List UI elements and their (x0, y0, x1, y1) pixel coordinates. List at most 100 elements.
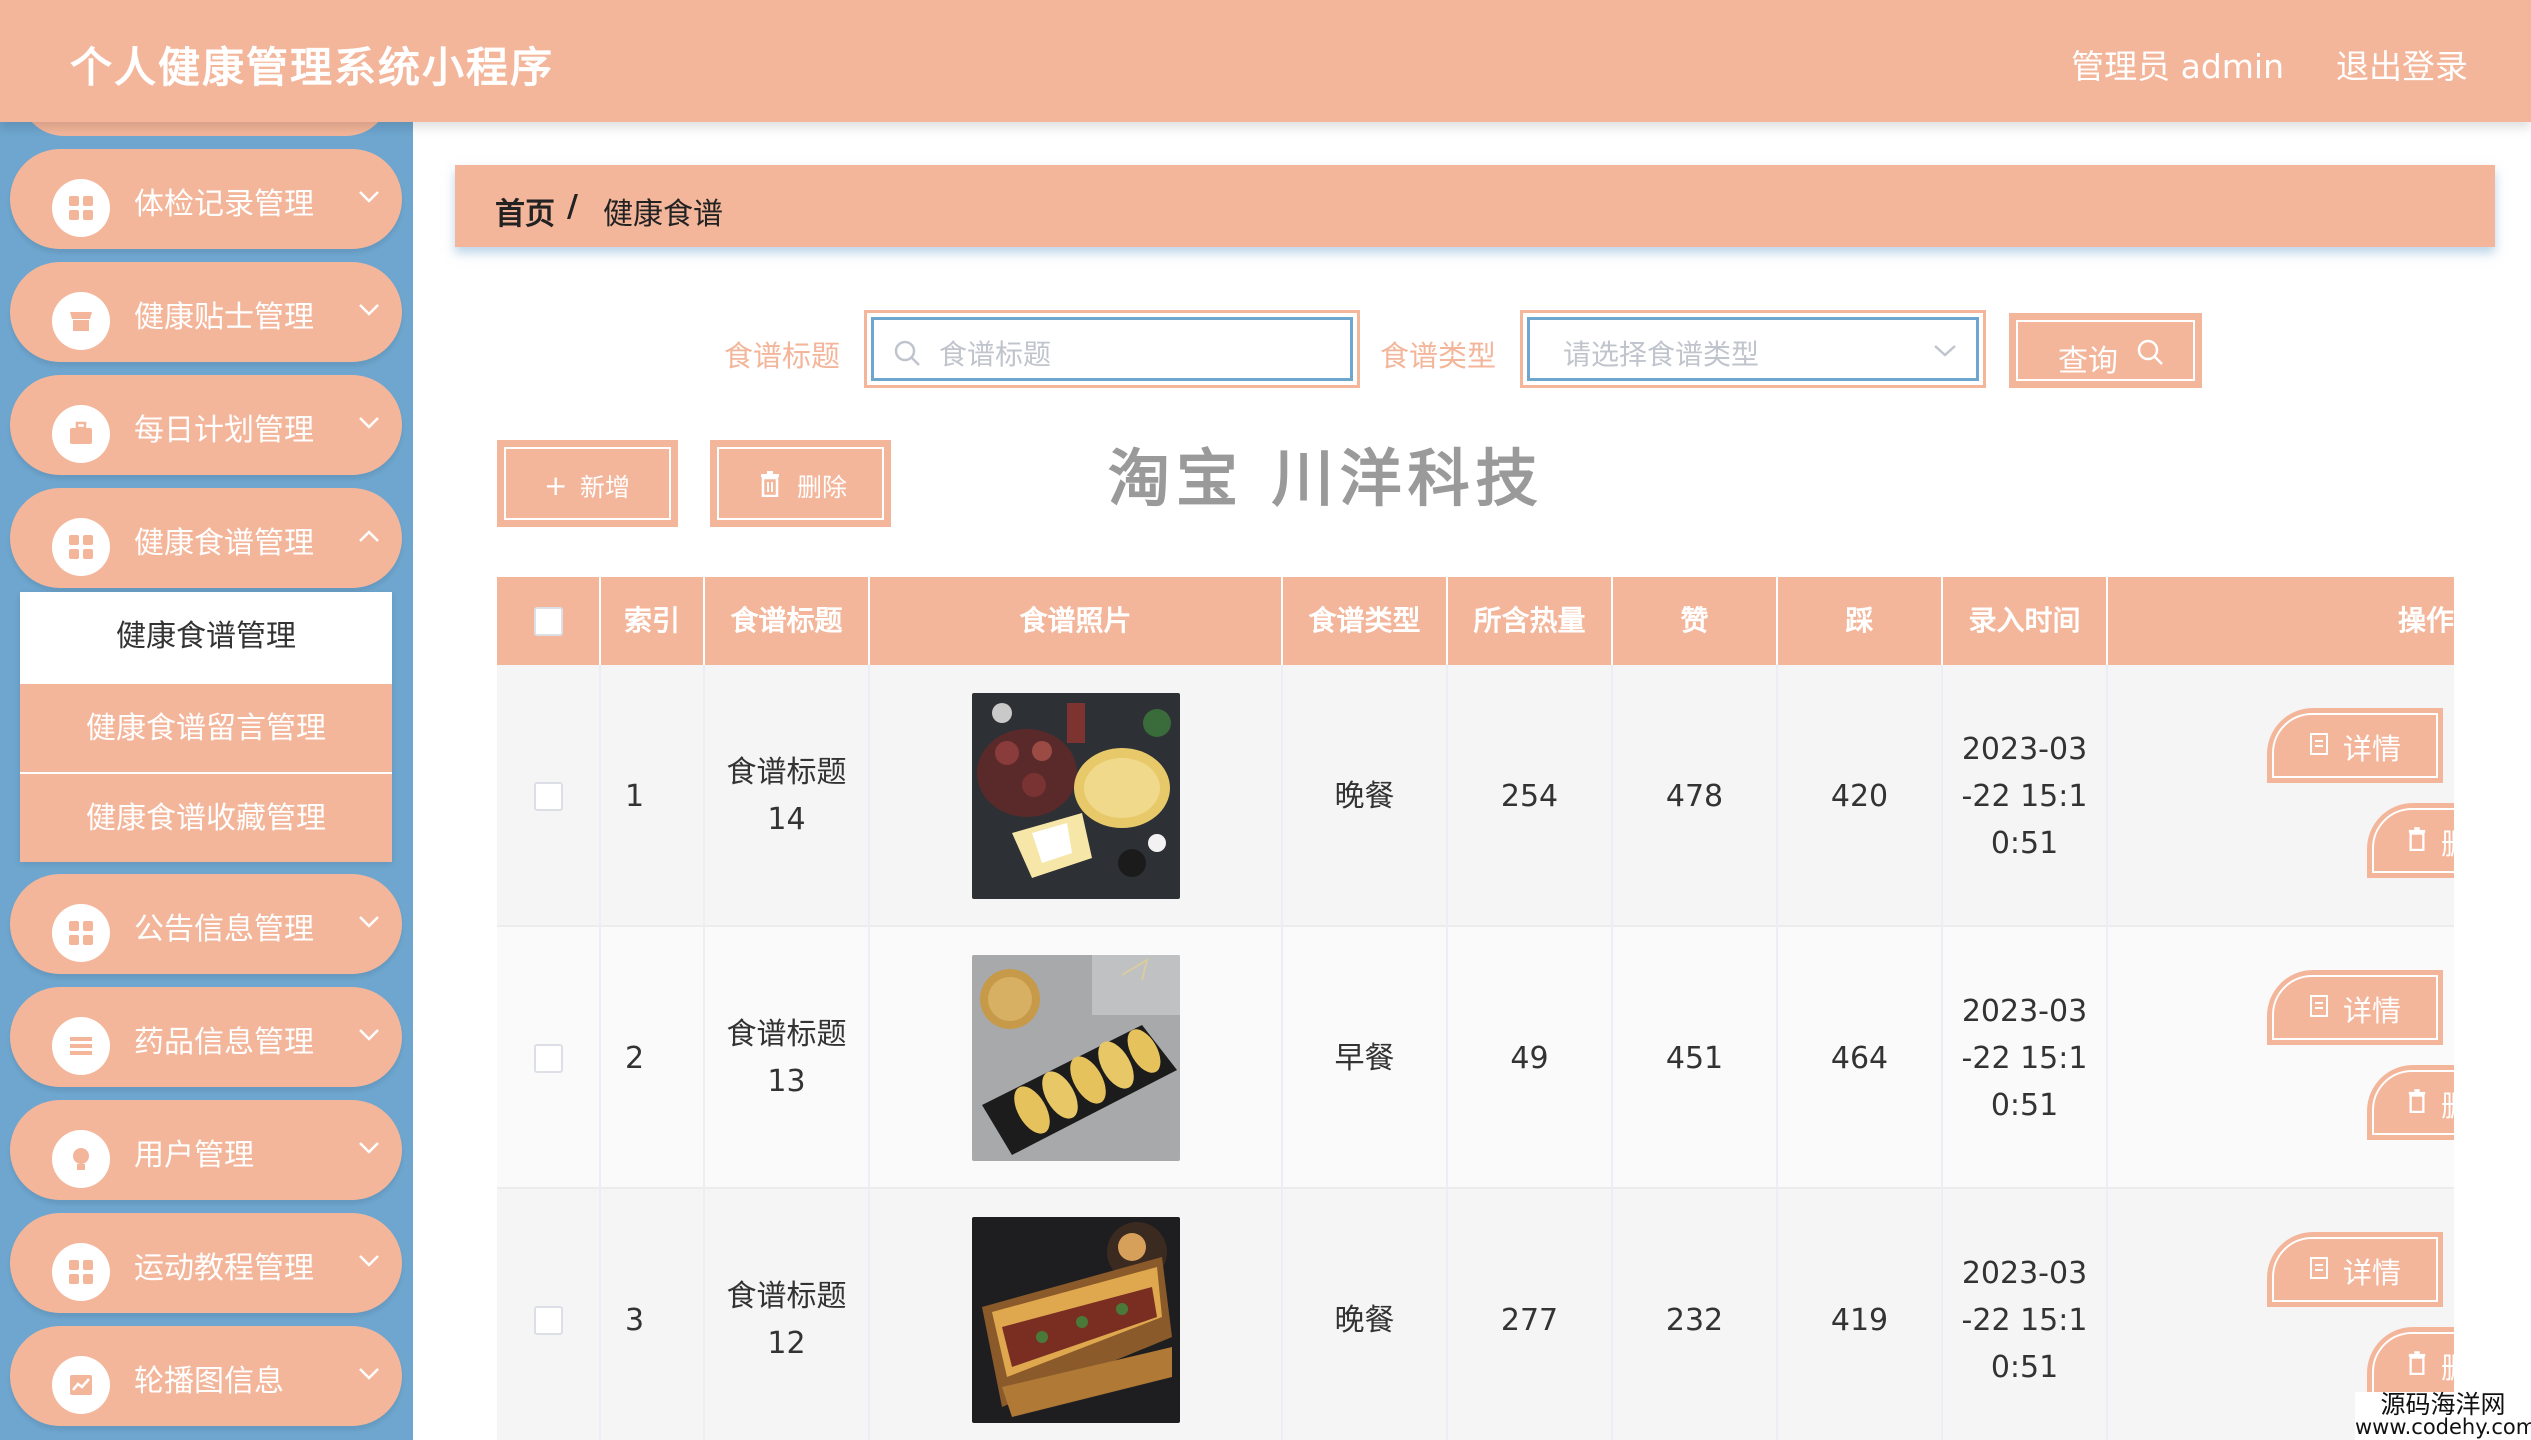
sidebar-item-label: 健康食谱管理 (134, 526, 314, 561)
app-title: 个人健康管理系统小程序 (70, 43, 555, 92)
grid-icon (52, 1243, 110, 1301)
time-line: -22 15:1 (1961, 778, 2088, 814)
detail-button-label: 详情 (2343, 994, 2402, 1028)
submenu-item-recipe-favorites[interactable]: 健康食谱收藏管理 (20, 772, 392, 862)
corner-watermark-line: 源码海洋网 (2380, 1390, 2506, 1419)
actions-cell: 详情 删除 (2104, 665, 2454, 927)
detail-button[interactable]: 详情 (2267, 1232, 2443, 1307)
chevron-down-icon (358, 189, 380, 208)
recipe-type-select[interactable]: 请选择食谱类型 (1520, 310, 1986, 388)
corner-watermark: 源码海洋网 www.codehy.com (2355, 1392, 2531, 1440)
sidebar-item-exam-records[interactable]: 体检记录管理 (10, 149, 402, 249)
actions-cell: 详情 删除 (2104, 927, 2454, 1189)
sidebar-item-users[interactable]: 用户管理 (10, 1100, 402, 1200)
time-line: 2023-03 (1961, 1255, 2088, 1291)
detail-button-label: 详情 (2343, 1256, 2402, 1290)
trash-icon (2407, 1351, 2427, 1379)
sidebar-item-label: 药品信息管理 (134, 1025, 314, 1060)
index-cell: 1 (601, 665, 705, 927)
recipe-photo (971, 693, 1180, 899)
submenu-item-recipe-comments[interactable]: 健康食谱留言管理 (20, 682, 392, 772)
calories-cell: 49 (1448, 927, 1613, 1189)
logout-link[interactable]: 退出登录 (2336, 40, 2468, 88)
sidebar-item-carousel[interactable]: 轮播图信息 (10, 1326, 402, 1426)
row-checkbox[interactable] (533, 1043, 563, 1073)
list-icon (52, 1017, 110, 1075)
col-type: 食谱类型 (1283, 577, 1448, 665)
chevron-down-icon (358, 1366, 380, 1385)
add-button-label: 新增 (580, 473, 631, 502)
delete-button-label: 删除 (2441, 1345, 2454, 1387)
trash-icon (759, 471, 781, 501)
query-button-label: 查询 (2058, 344, 2118, 379)
row-checkbox[interactable] (533, 1305, 563, 1335)
col-calories: 所含热量 (1448, 577, 1613, 665)
sidebar: 体检记录管理 健康贴士管理 每日计划管理 健康食谱管理 健康食谱管理 健康食谱留… (0, 122, 413, 1440)
calories-cell: 254 (1448, 665, 1613, 927)
recipes-submenu: 健康食谱管理 健康食谱留言管理 健康食谱收藏管理 (20, 592, 392, 862)
recipe-title-placeholder: 食谱标题 (939, 338, 1052, 371)
detail-button[interactable]: 详情 (2267, 708, 2443, 783)
chevron-down-icon (358, 415, 380, 434)
store-icon (52, 292, 110, 350)
title-line: 12 (767, 1326, 806, 1361)
dislikes-cell: 419 (1778, 1189, 1943, 1440)
time-line: 0:51 (1990, 1349, 2059, 1385)
delete-button-label: 删除 (2441, 821, 2454, 863)
col-actions: 操作 (2108, 577, 2454, 665)
sidebar-item-health-tips[interactable]: 健康贴士管理 (10, 262, 402, 362)
time-cell: 2023-03 -22 15:1 0:51 (1943, 927, 2108, 1189)
row-select-cell (497, 665, 601, 927)
select-all-checkbox[interactable] (533, 606, 563, 636)
chevron-up-icon (358, 528, 380, 547)
sidebar-item-medicine[interactable]: 药品信息管理 (10, 987, 402, 1087)
recipe-photo (971, 955, 1180, 1161)
breadcrumb: 首页 / 健康食谱 (455, 165, 2495, 247)
search-icon (2136, 338, 2164, 370)
document-icon (2309, 994, 2329, 1022)
col-index: 索引 (601, 577, 705, 665)
chevron-down-icon (1933, 343, 1957, 362)
col-title: 食谱标题 (705, 577, 870, 665)
table-row: 3 食谱标题 12 晚餐 277 232 419 2023-03 -22 15:… (497, 1189, 2454, 1440)
detail-button[interactable]: 详情 (2267, 970, 2443, 1045)
breadcrumb-current: 健康食谱 (603, 197, 723, 232)
title-cell: 食谱标题 13 (705, 927, 870, 1189)
time-cell: 2023-03 -22 15:1 0:51 (1943, 665, 2108, 927)
sidebar-item-label: 公告信息管理 (134, 912, 314, 947)
title-line: 14 (767, 802, 806, 837)
briefcase-icon (52, 405, 110, 463)
chevron-down-icon (358, 1140, 380, 1159)
photo-cell (870, 665, 1283, 927)
chevron-down-icon (358, 1027, 380, 1046)
select-all-cell (497, 577, 601, 665)
table-header: 索引 食谱标题 食谱照片 食谱类型 所含热量 赞 踩 录入时间 操作 (497, 577, 2454, 665)
photo-cell (870, 1189, 1283, 1440)
time-line: 2023-03 (1961, 993, 2088, 1029)
query-button[interactable]: 查询 (2009, 313, 2202, 388)
index-cell: 2 (601, 927, 705, 1189)
time-line: -22 15:1 (1961, 1040, 2088, 1076)
sidebar-item-daily-plan[interactable]: 每日计划管理 (10, 375, 402, 475)
corner-watermark-line: www.codehy.com (2355, 1415, 2531, 1439)
title-line: 13 (767, 1064, 806, 1099)
type-cell: 早餐 (1283, 927, 1448, 1189)
table-row: 1 食谱标题 14 晚餐 254 478 420 2023-03 -22 15:… (497, 665, 2454, 927)
col-dislikes: 踩 (1778, 577, 1943, 665)
col-time: 录入时间 (1943, 577, 2108, 665)
add-button[interactable]: + 新增 (497, 440, 678, 527)
recipe-title-label: 食谱标题 (724, 339, 841, 373)
recipe-type-placeholder: 请选择食谱类型 (1563, 338, 1760, 371)
dislikes-cell: 464 (1778, 927, 1943, 1189)
sidebar-item-announcements[interactable]: 公告信息管理 (10, 874, 402, 974)
photo-cell (870, 927, 1283, 1189)
row-checkbox[interactable] (533, 781, 563, 811)
batch-delete-button[interactable]: 删除 (710, 440, 891, 527)
breadcrumb-home[interactable]: 首页 (495, 189, 555, 233)
sidebar-item-recipes[interactable]: 健康食谱管理 (10, 488, 402, 588)
submenu-item-recipes[interactable]: 健康食谱管理 (20, 592, 392, 682)
sidebar-item-exercise[interactable]: 运动教程管理 (10, 1213, 402, 1313)
recipe-title-input[interactable]: 食谱标题 (864, 310, 1360, 388)
delete-button[interactable]: 删除 (2367, 1065, 2454, 1140)
delete-button[interactable]: 删除 (2367, 803, 2454, 878)
